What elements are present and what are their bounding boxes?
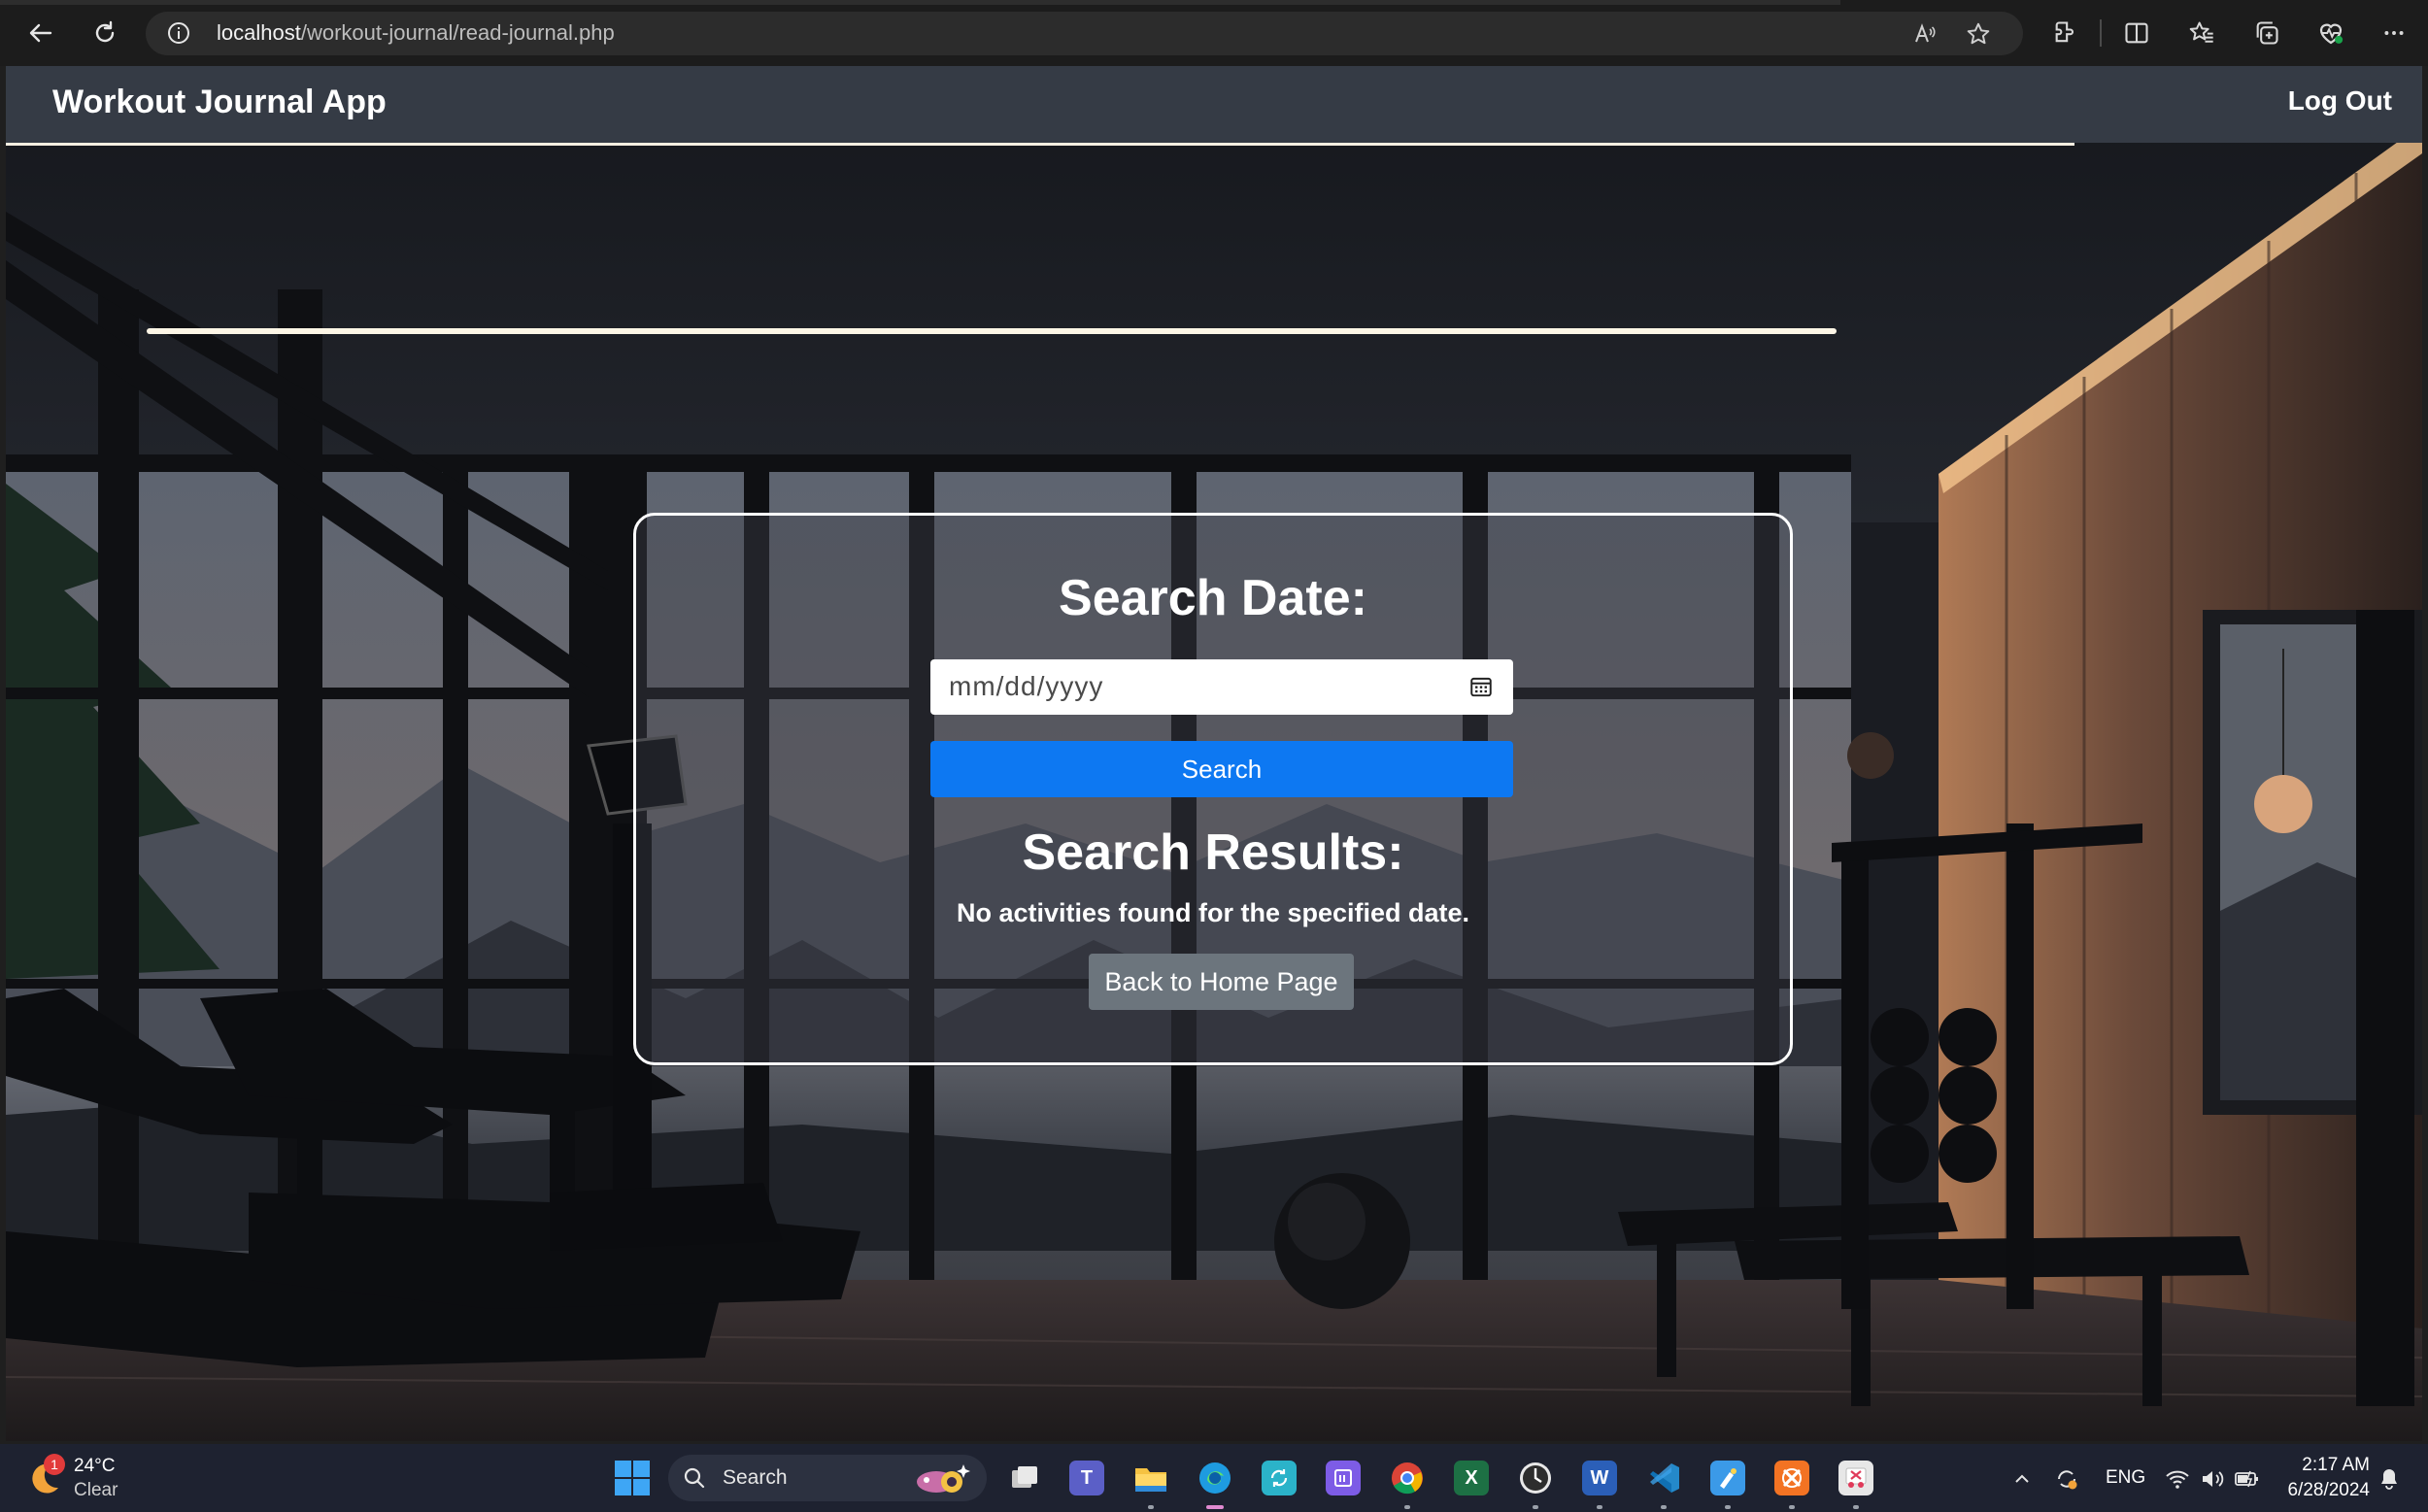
app-navbar: Workout Journal App Log Out: [6, 66, 2422, 143]
excel-icon[interactable]: X: [1449, 1456, 1494, 1500]
search-highlight-icon: [917, 1464, 970, 1493]
search-date-heading: Search Date:: [1059, 570, 1367, 626]
xampp-icon[interactable]: [1770, 1456, 1814, 1509]
weather-condition[interactable]: Clear: [74, 1480, 118, 1501]
file-explorer-icon[interactable]: [1129, 1456, 1173, 1509]
paint-app-icon[interactable]: [1705, 1456, 1750, 1509]
wifi-icon[interactable]: [2164, 1465, 2191, 1493]
chevron-up-icon[interactable]: [2008, 1465, 2036, 1493]
taskbar: 1 24°C Clear Search T X W ENG 2:17 AM 6/…: [0, 1444, 2428, 1512]
extensions-icon[interactable]: [2049, 17, 2082, 50]
snipping-tool-icon[interactable]: [1834, 1456, 1878, 1509]
browser-essentials-icon[interactable]: [2314, 17, 2347, 50]
url-host: localhost: [217, 20, 301, 45]
refresh-icon[interactable]: [85, 14, 124, 52]
app-brand[interactable]: Workout Journal App: [52, 84, 387, 121]
chrome-icon[interactable]: [1385, 1456, 1430, 1509]
taskbar-search-box[interactable]: Search: [668, 1455, 987, 1501]
clock-time[interactable]: 2:17 AM: [2302, 1455, 2370, 1476]
weather-temperature[interactable]: 24°C: [74, 1456, 115, 1477]
favorites-icon[interactable]: [2185, 17, 2218, 50]
word-icon[interactable]: W: [1577, 1456, 1622, 1509]
edge-browser-icon[interactable]: [1193, 1456, 1237, 1509]
more-icon[interactable]: [2377, 17, 2411, 50]
site-info-icon[interactable]: [167, 21, 190, 45]
search-results-heading: Search Results:: [1022, 824, 1404, 881]
address-bar[interactable]: localhost/workout-journal/read-journal.p…: [146, 12, 2023, 55]
search-card: Search Date: mm/dd/yyyy Search Search Re…: [633, 513, 1793, 1065]
clock-app-icon[interactable]: [1513, 1456, 1558, 1509]
url-text[interactable]: localhost/workout-journal/read-journal.p…: [217, 20, 615, 46]
battery-icon[interactable]: [2234, 1465, 2261, 1493]
read-aloud-icon[interactable]: [1910, 19, 1939, 49]
windows-start-icon[interactable]: [614, 1460, 651, 1496]
browser-toolbar: localhost/workout-journal/read-journal.p…: [0, 0, 2428, 66]
task-view-icon[interactable]: [1002, 1456, 1047, 1500]
notification-bell-icon[interactable]: [2376, 1465, 2403, 1493]
date-input[interactable]: mm/dd/yyyy: [930, 659, 1513, 715]
language-indicator[interactable]: ENG: [2106, 1467, 2145, 1489]
loading-bar: [0, 0, 1840, 5]
date-placeholder: mm/dd/yyyy: [949, 671, 1104, 701]
clock-date[interactable]: 6/28/2024: [2287, 1480, 2370, 1501]
page-viewport: Workout Journal App Log Out Search Date:…: [6, 66, 2422, 1441]
weather-notification-badge: 1: [44, 1454, 65, 1475]
sync-status-icon[interactable]: [2053, 1465, 2080, 1493]
notes-app-icon[interactable]: [1321, 1456, 1366, 1500]
search-button[interactable]: Search: [930, 741, 1513, 797]
back-to-home-button[interactable]: Back to Home Page: [1089, 954, 1354, 1010]
teams-icon[interactable]: T: [1064, 1456, 1109, 1500]
back-arrow-icon[interactable]: [21, 14, 60, 52]
favorite-star-icon[interactable]: [1964, 19, 1993, 49]
search-icon: [684, 1467, 705, 1489]
volume-icon[interactable]: [2199, 1465, 2226, 1493]
url-path: /workout-journal/read-journal.php: [300, 20, 615, 45]
no-results-message: No activities found for the specified da…: [956, 898, 1470, 927]
taskbar-search-label: Search: [723, 1466, 788, 1489]
split-screen-icon[interactable]: [2120, 17, 2153, 50]
vs-code-icon[interactable]: [1641, 1456, 1686, 1509]
calendar-icon[interactable]: [1468, 674, 1494, 699]
sync-app-icon[interactable]: [1257, 1456, 1301, 1500]
collections-icon[interactable]: [2250, 17, 2283, 50]
logout-link[interactable]: Log Out: [2288, 85, 2392, 117]
toolbar-divider: [2100, 19, 2102, 47]
